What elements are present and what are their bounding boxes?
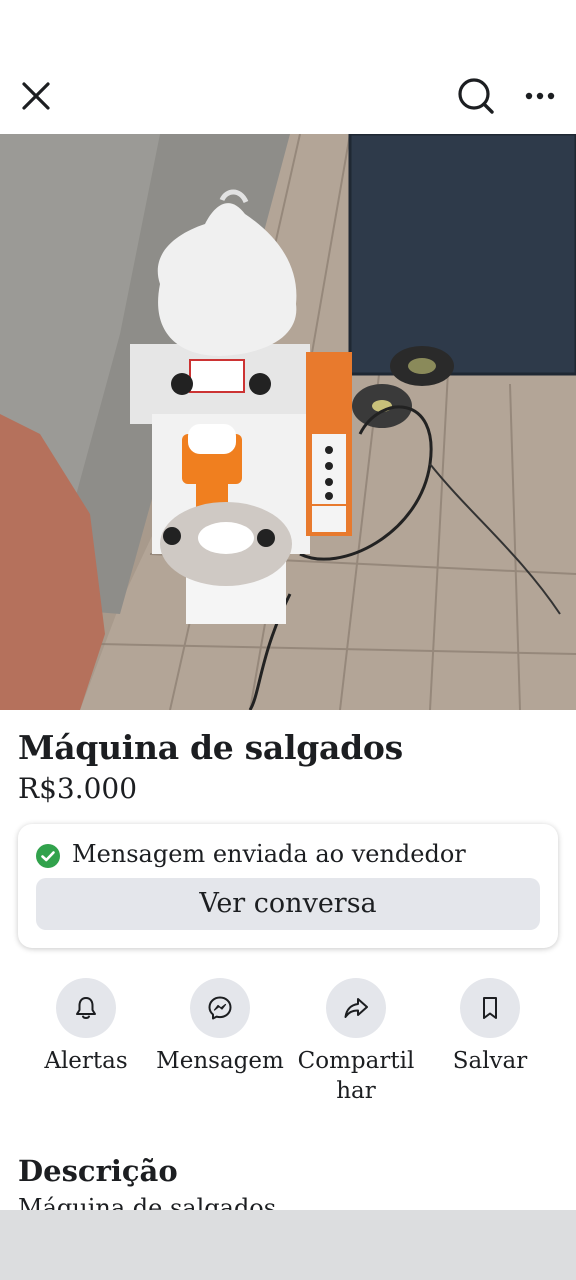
description-heading: Descrição: [18, 1154, 178, 1188]
share-action[interactable]: Compartilhar: [286, 978, 426, 1118]
message-button[interactable]: [190, 978, 250, 1038]
close-icon: [22, 82, 50, 110]
more-options-icon: [525, 92, 555, 100]
alerts-button[interactable]: [56, 978, 116, 1038]
messenger-icon: [208, 996, 232, 1020]
alerts-action[interactable]: Alertas: [16, 978, 156, 1118]
bottom-overlay-bar: [0, 1210, 576, 1280]
save-label: Salvar: [452, 1048, 528, 1074]
check-circle-icon: [36, 844, 60, 868]
share-button[interactable]: [326, 978, 386, 1038]
message-action[interactable]: Mensagem: [150, 978, 290, 1118]
view-conversation-button[interactable]: Ver conversa: [36, 878, 540, 930]
share-label: Compartilhar: [297, 1048, 415, 1104]
listing-title: Máquina de salgados: [18, 728, 403, 767]
listing-actions: Alertas Mensagem Compartilhar Salvar: [0, 978, 576, 1118]
bell-icon: [76, 997, 96, 1019]
close-button[interactable]: [16, 76, 56, 116]
search-icon: [458, 78, 494, 114]
share-icon: [344, 998, 368, 1018]
marketplace-listing-page: Máquina de salgados R$3.000 Mensagem env…: [0, 0, 576, 1280]
alerts-label: Alertas: [44, 1048, 128, 1074]
top-bar: [0, 60, 576, 132]
bookmark-icon: [483, 997, 497, 1019]
listing-price: R$3.000: [18, 772, 138, 805]
message-label: Mensagem: [156, 1048, 284, 1074]
more-options-button[interactable]: [520, 76, 560, 116]
save-button[interactable]: [460, 978, 520, 1038]
message-sent-card: Mensagem enviada ao vendedor Ver convers…: [18, 824, 558, 948]
search-button[interactable]: [454, 74, 498, 118]
product-image: [0, 134, 576, 710]
listing-photo[interactable]: [0, 134, 576, 710]
message-status-text: Mensagem enviada ao vendedor: [72, 840, 466, 868]
save-action[interactable]: Salvar: [420, 978, 560, 1118]
